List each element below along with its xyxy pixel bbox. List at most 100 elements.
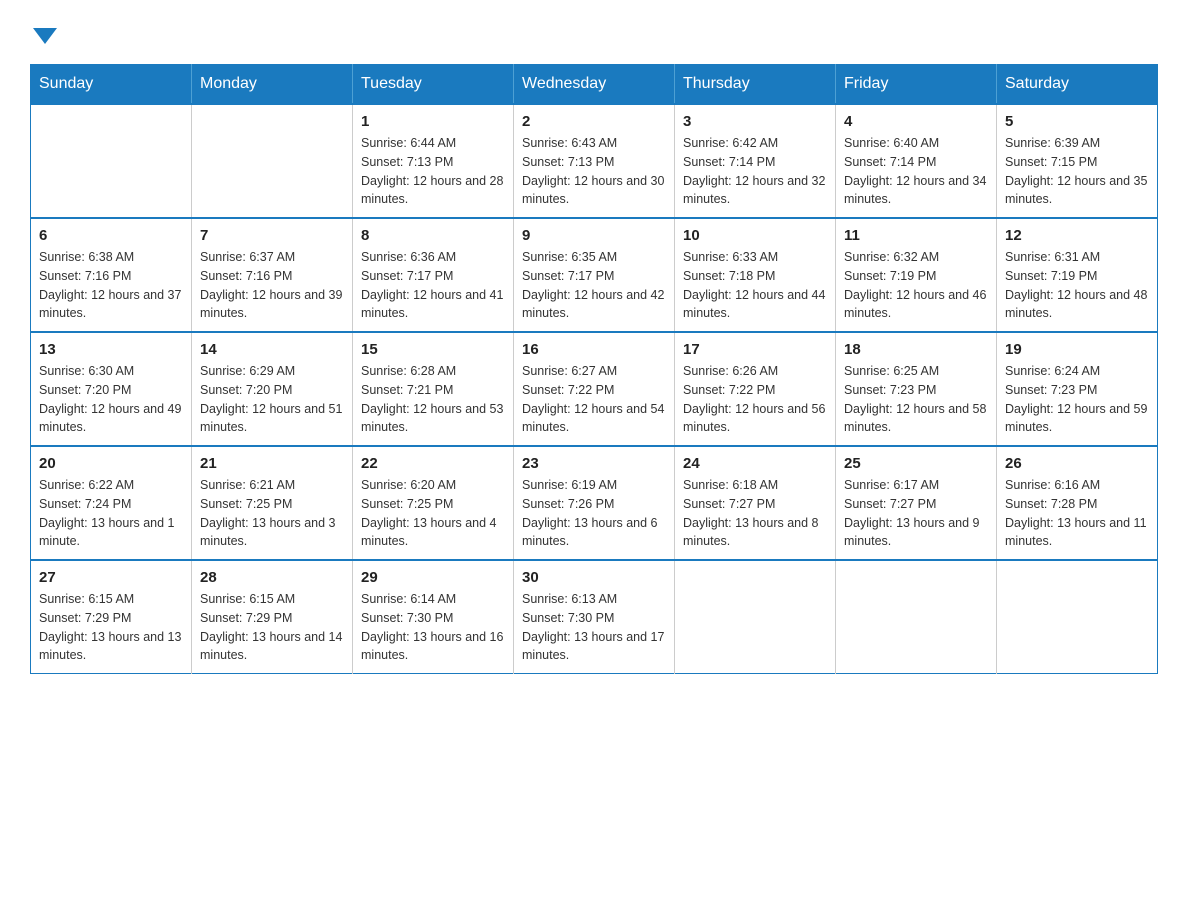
sunset-text: Sunset: 7:27 PM <box>683 495 827 514</box>
day-number: 30 <box>522 569 666 586</box>
calendar-cell <box>192 104 353 218</box>
day-info: Sunrise: 6:32 AMSunset: 7:19 PMDaylight:… <box>844 248 988 323</box>
sunset-text: Sunset: 7:23 PM <box>844 381 988 400</box>
weekday-header-saturday: Saturday <box>997 65 1158 105</box>
day-info: Sunrise: 6:18 AMSunset: 7:27 PMDaylight:… <box>683 476 827 551</box>
sunrise-text: Sunrise: 6:39 AM <box>1005 134 1149 153</box>
day-number: 4 <box>844 113 988 130</box>
calendar-cell: 27Sunrise: 6:15 AMSunset: 7:29 PMDayligh… <box>31 560 192 674</box>
day-number: 16 <box>522 341 666 358</box>
weekday-header-sunday: Sunday <box>31 65 192 105</box>
daylight-text: Daylight: 12 hours and 35 minutes. <box>1005 172 1149 210</box>
weekday-header-monday: Monday <box>192 65 353 105</box>
logo <box>30 20 57 44</box>
day-info: Sunrise: 6:26 AMSunset: 7:22 PMDaylight:… <box>683 362 827 437</box>
sunrise-text: Sunrise: 6:33 AM <box>683 248 827 267</box>
daylight-text: Daylight: 13 hours and 4 minutes. <box>361 514 505 552</box>
sunset-text: Sunset: 7:16 PM <box>200 267 344 286</box>
day-info: Sunrise: 6:43 AMSunset: 7:13 PMDaylight:… <box>522 134 666 209</box>
calendar-cell: 22Sunrise: 6:20 AMSunset: 7:25 PMDayligh… <box>353 446 514 560</box>
sunset-text: Sunset: 7:24 PM <box>39 495 183 514</box>
calendar-table: SundayMondayTuesdayWednesdayThursdayFrid… <box>30 64 1158 674</box>
day-number: 17 <box>683 341 827 358</box>
daylight-text: Daylight: 12 hours and 39 minutes. <box>200 286 344 324</box>
calendar-cell: 29Sunrise: 6:14 AMSunset: 7:30 PMDayligh… <box>353 560 514 674</box>
calendar-cell: 19 Sunrise: 6:24 AMSunset: 7:23 PMDayligh… <box>997 332 1158 446</box>
day-info: Sunrise: 6:15 AMSunset: 7:29 PMDaylight:… <box>200 590 344 665</box>
day-number: 15 <box>361 341 505 358</box>
day-info: Sunrise: 6:36 AMSunset: 7:17 PMDaylight:… <box>361 248 505 323</box>
logo-arrow-icon <box>33 28 57 44</box>
daylight-text: Daylight: 12 hours and 51 minutes. <box>200 400 344 438</box>
daylight-text: Daylight: 12 hours and 42 minutes. <box>522 286 666 324</box>
calendar-cell: 9Sunrise: 6:35 AMSunset: 7:17 PMDaylight… <box>514 218 675 332</box>
calendar-cell: 20Sunrise: 6:22 AMSunset: 7:24 PMDayligh… <box>31 446 192 560</box>
sunset-text: Sunset: 7:22 PM <box>522 381 666 400</box>
day-number: 18 <box>844 341 988 358</box>
day-number: 19 <box>1005 341 1149 358</box>
day-info: Sunrise: 6:39 AMSunset: 7:15 PMDaylight:… <box>1005 134 1149 209</box>
day-number: 2 <box>522 113 666 130</box>
sunset-text: Sunset: 7:28 PM <box>1005 495 1149 514</box>
sunrise-text: Sunrise: 6:27 AM <box>522 362 666 381</box>
day-number: 26 <box>1005 455 1149 472</box>
day-info: Sunrise: 6:17 AMSunset: 7:27 PMDaylight:… <box>844 476 988 551</box>
day-info: Sunrise: 6:40 AMSunset: 7:14 PMDaylight:… <box>844 134 988 209</box>
sunset-text: Sunset: 7:27 PM <box>844 495 988 514</box>
day-number: 5 <box>1005 113 1149 130</box>
sunrise-text: Sunrise: 6:36 AM <box>361 248 505 267</box>
day-info: Sunrise: 6:38 AMSunset: 7:16 PMDaylight:… <box>39 248 183 323</box>
sunset-text: Sunset: 7:20 PM <box>39 381 183 400</box>
calendar-cell: 1Sunrise: 6:44 AMSunset: 7:13 PMDaylight… <box>353 104 514 218</box>
calendar-cell: 28Sunrise: 6:15 AMSunset: 7:29 PMDayligh… <box>192 560 353 674</box>
day-info: Sunrise: 6:19 AMSunset: 7:26 PMDaylight:… <box>522 476 666 551</box>
calendar-cell: 4 Sunrise: 6:40 AMSunset: 7:14 PMDaylight… <box>836 104 997 218</box>
sunset-text: Sunset: 7:17 PM <box>522 267 666 286</box>
sunrise-text: Sunrise: 6:35 AM <box>522 248 666 267</box>
day-info: Sunrise: 6:30 AMSunset: 7:20 PMDaylight:… <box>39 362 183 437</box>
daylight-text: Daylight: 12 hours and 30 minutes. <box>522 172 666 210</box>
calendar-week-2: 6Sunrise: 6:38 AMSunset: 7:16 PMDaylight… <box>31 218 1158 332</box>
daylight-text: Daylight: 13 hours and 6 minutes. <box>522 514 666 552</box>
daylight-text: Daylight: 13 hours and 3 minutes. <box>200 514 344 552</box>
day-number: 27 <box>39 569 183 586</box>
day-info: Sunrise: 6:24 AMSunset: 7:23 PMDaylight:… <box>1005 362 1149 437</box>
calendar-week-4: 20Sunrise: 6:22 AMSunset: 7:24 PMDayligh… <box>31 446 1158 560</box>
weekday-header-wednesday: Wednesday <box>514 65 675 105</box>
calendar-cell: 21Sunrise: 6:21 AMSunset: 7:25 PMDayligh… <box>192 446 353 560</box>
calendar-cell <box>997 560 1158 674</box>
sunrise-text: Sunrise: 6:13 AM <box>522 590 666 609</box>
calendar-cell: 11Sunrise: 6:32 AMSunset: 7:19 PMDayligh… <box>836 218 997 332</box>
sunrise-text: Sunrise: 6:21 AM <box>200 476 344 495</box>
day-info: Sunrise: 6:44 AMSunset: 7:13 PMDaylight:… <box>361 134 505 209</box>
calendar-week-5: 27 Sunrise: 6:15 AMSunset: 7:29 PMDayligh… <box>31 560 1158 674</box>
calendar-cell: 14Sunrise: 6:29 AMSunset: 7:20 PMDayligh… <box>192 332 353 446</box>
calendar-cell: 25Sunrise: 6:17 AMSunset: 7:27 PMDayligh… <box>836 446 997 560</box>
daylight-text: Daylight: 12 hours and 32 minutes. <box>683 172 827 210</box>
daylight-text: Daylight: 12 hours and 49 minutes. <box>39 400 183 438</box>
sunset-text: Sunset: 7:17 PM <box>361 267 505 286</box>
calendar-cell: 17 Sunrise: 6:26 AMSunset: 7:22 PMDayligh… <box>675 332 836 446</box>
sunset-text: Sunset: 7:18 PM <box>683 267 827 286</box>
sunrise-text: Sunrise: 6:14 AM <box>361 590 505 609</box>
sunset-text: Sunset: 7:19 PM <box>844 267 988 286</box>
sunrise-text: Sunrise: 6:40 AM <box>844 134 988 153</box>
calendar-cell: 8 Sunrise: 6:36 AMSunset: 7:17 PMDaylight… <box>353 218 514 332</box>
calendar-cell <box>31 104 192 218</box>
day-number: 10 <box>683 227 827 244</box>
sunrise-text: Sunrise: 6:37 AM <box>200 248 344 267</box>
sunset-text: Sunset: 7:14 PM <box>683 153 827 172</box>
day-number: 8 <box>361 227 505 244</box>
sunrise-text: Sunrise: 6:31 AM <box>1005 248 1149 267</box>
daylight-text: Daylight: 12 hours and 41 minutes. <box>361 286 505 324</box>
sunrise-text: Sunrise: 6:42 AM <box>683 134 827 153</box>
day-info: Sunrise: 6:22 AMSunset: 7:24 PMDaylight:… <box>39 476 183 551</box>
sunset-text: Sunset: 7:23 PM <box>1005 381 1149 400</box>
day-info: Sunrise: 6:20 AMSunset: 7:25 PMDaylight:… <box>361 476 505 551</box>
sunrise-text: Sunrise: 6:22 AM <box>39 476 183 495</box>
sunrise-text: Sunrise: 6:43 AM <box>522 134 666 153</box>
sunset-text: Sunset: 7:26 PM <box>522 495 666 514</box>
daylight-text: Daylight: 12 hours and 34 minutes. <box>844 172 988 210</box>
day-info: Sunrise: 6:13 AMSunset: 7:30 PMDaylight:… <box>522 590 666 665</box>
day-info: Sunrise: 6:42 AMSunset: 7:14 PMDaylight:… <box>683 134 827 209</box>
